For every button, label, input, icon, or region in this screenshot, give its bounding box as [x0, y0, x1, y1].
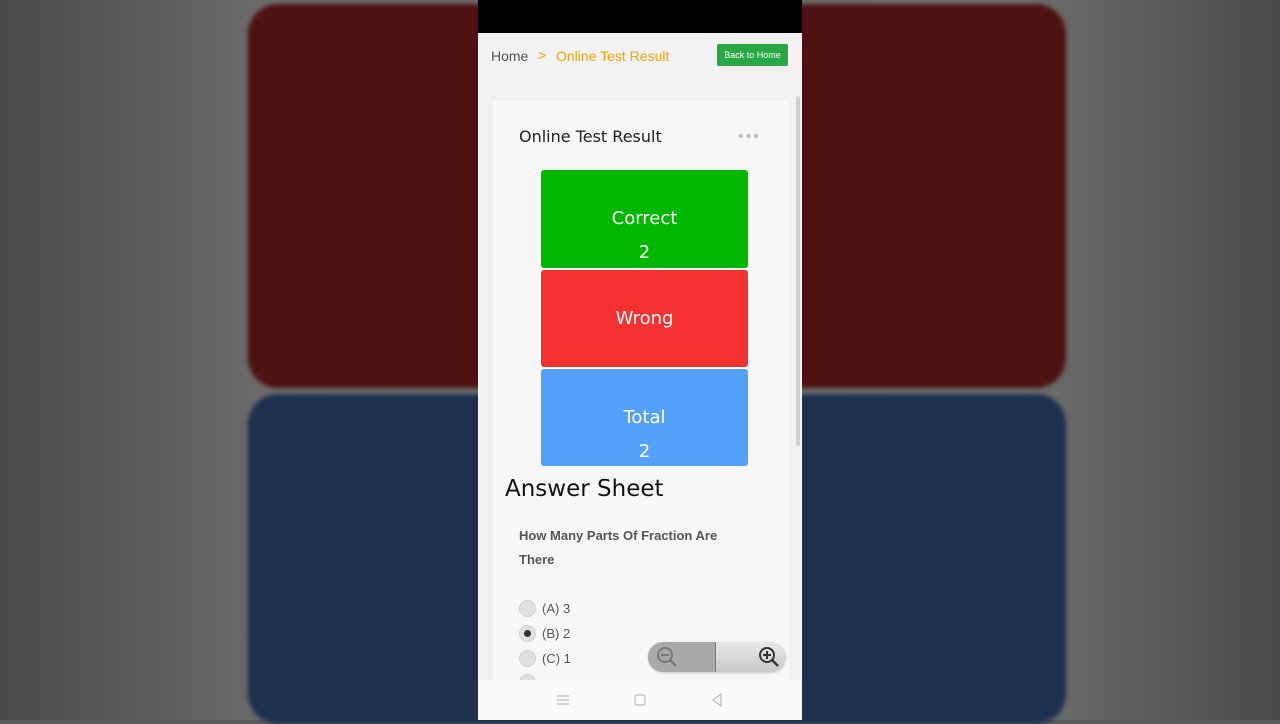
card-title: Online Test Result	[519, 127, 662, 146]
chevron-right-icon: >	[538, 47, 547, 63]
back-to-home-button[interactable]: Back to Home	[717, 44, 788, 66]
option-b[interactable]: (B) 2	[519, 625, 570, 642]
option-label: (A) 3	[542, 601, 571, 616]
breadcrumb-current: Online Test Result	[556, 48, 670, 64]
radio-button-selected[interactable]	[519, 625, 536, 642]
option-a[interactable]: (A) 3	[519, 600, 570, 617]
status-bar	[478, 0, 802, 33]
correct-stat: Correct 2	[541, 170, 748, 268]
wrong-stat: Wrong	[541, 270, 748, 367]
breadcrumb-home[interactable]: Home	[491, 48, 528, 64]
total-stat: Total 2	[541, 369, 748, 466]
option-label: (C) 1	[542, 651, 571, 666]
zoom-out-icon[interactable]	[648, 642, 716, 672]
correct-label: Correct	[611, 208, 678, 229]
triangle-back-icon[interactable]	[707, 690, 727, 710]
question-text: How Many Parts Of Fraction Are There	[519, 528, 718, 567]
zoom-control	[648, 642, 786, 672]
system-nav-bar	[478, 680, 802, 720]
wrong-label: Wrong	[615, 308, 674, 329]
total-value: 2	[638, 441, 651, 462]
option-label: (B) 2	[542, 626, 571, 641]
total-label: Total	[623, 407, 666, 428]
menu-icon[interactable]	[553, 690, 573, 710]
zoom-in-icon[interactable]	[716, 642, 786, 672]
phone-screen: Home > Online Test Result Back to Home O…	[478, 0, 802, 720]
radio-button[interactable]	[519, 600, 536, 617]
answer-sheet-heading: Answer Sheet	[505, 476, 664, 502]
breadcrumb: Home > Online Test Result Back to Home	[478, 33, 802, 85]
correct-value: 2	[638, 242, 651, 263]
scrollbar[interactable]	[796, 96, 800, 446]
more-options-icon[interactable]: •••	[738, 128, 761, 146]
square-icon[interactable]	[630, 690, 650, 710]
option-c[interactable]: (C) 1	[519, 650, 571, 667]
radio-button[interactable]	[519, 650, 536, 667]
